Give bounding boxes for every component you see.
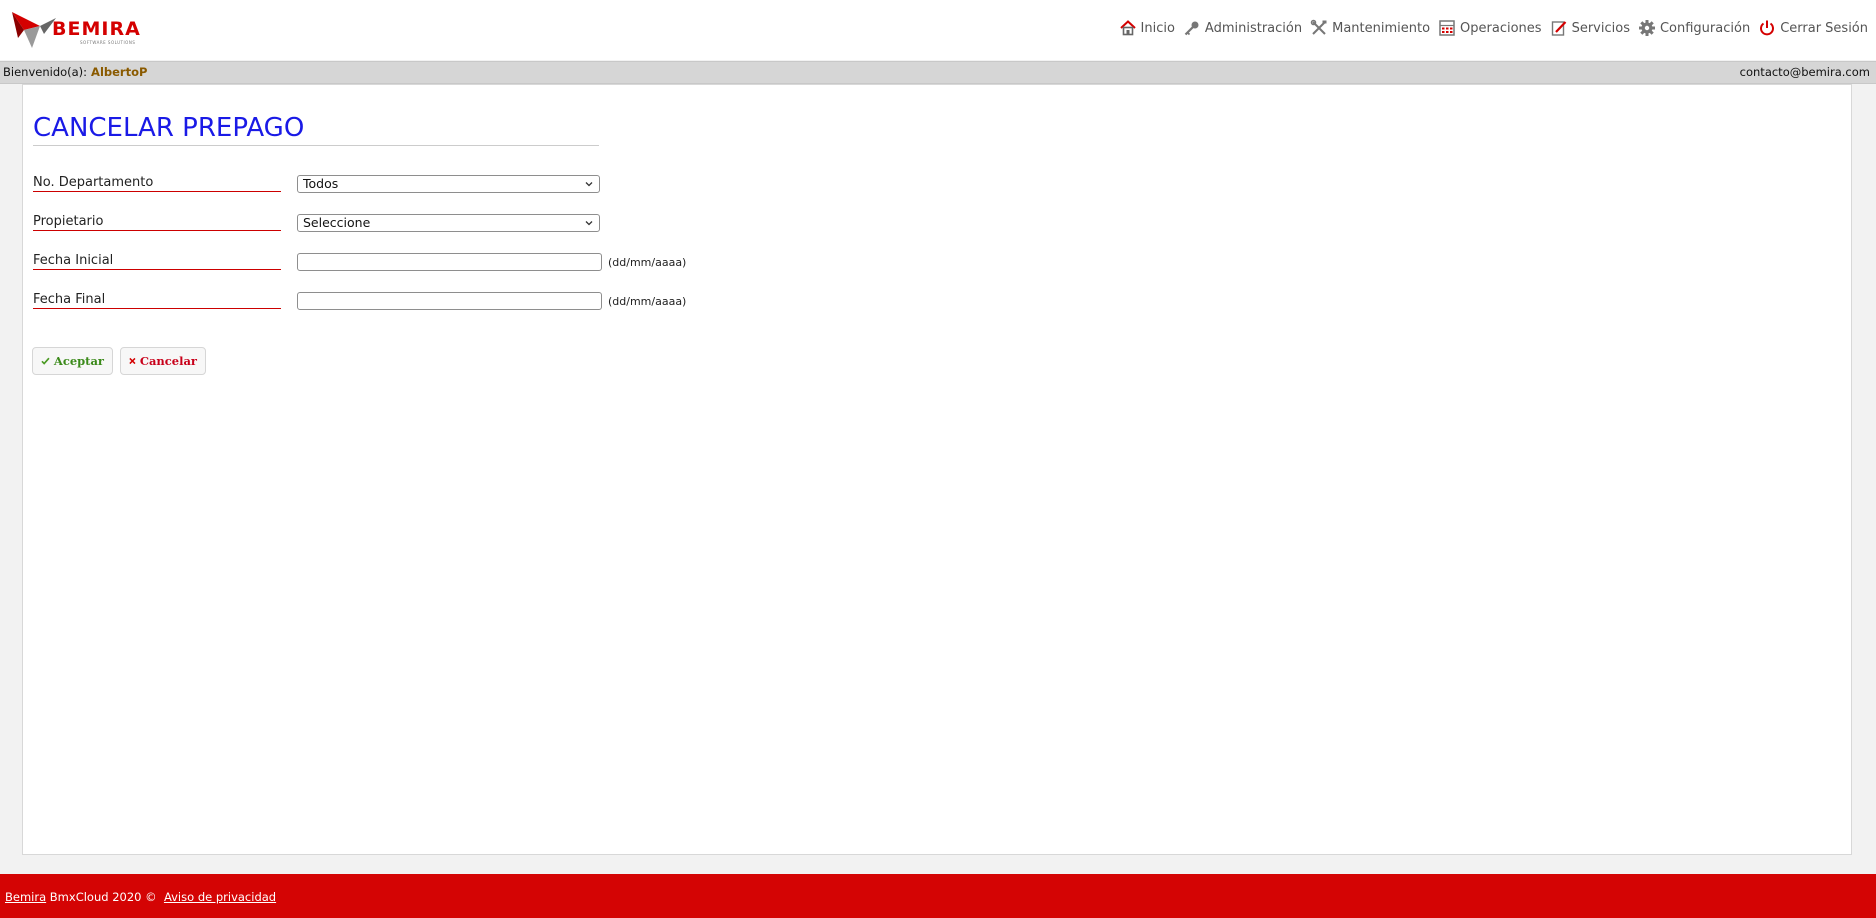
welcome-username: AlbertoP (91, 65, 148, 79)
nav-item-administracion[interactable]: Administración (1183, 19, 1302, 37)
nav-label-mantenimiento: Mantenimiento (1332, 20, 1431, 36)
accept-button-label: Aceptar (53, 354, 104, 368)
privacy-notice-link[interactable]: Aviso de privacidad (164, 890, 276, 904)
cancel-button[interactable]: Cancelar (120, 347, 206, 375)
welcome-prefix: Bienvenido(a): (3, 65, 88, 79)
propietario-label: Propietario (33, 214, 281, 231)
contact-email: contacto@bemira.com (1739, 65, 1870, 79)
tools-icon (1310, 19, 1327, 35)
logo-text: BEMIRA (52, 18, 141, 40)
calculator-icon (1439, 20, 1455, 36)
footer-text: Bemira BmxCloud 2020 © Aviso de privacid… (5, 890, 276, 904)
departamento-select[interactable]: Todos (297, 175, 600, 193)
nav-label-cerrar-sesion: Cerrar Sesión (1780, 20, 1868, 36)
power-icon (1760, 20, 1775, 36)
cancel-button-label: Cancelar (139, 354, 197, 368)
chevron-down-icon (585, 182, 593, 187)
footer: Bemira BmxCloud 2020 © Aviso de privacid… (0, 874, 1876, 918)
fecha-inicial-label: Fecha Inicial (33, 253, 281, 270)
nav-label-operaciones: Operaciones (1460, 20, 1542, 36)
propietario-select[interactable]: Seleccione (297, 214, 600, 232)
chevron-down-icon (585, 221, 593, 226)
welcome-bar: Bienvenido(a): AlbertoP contacto@bemira.c… (0, 61, 1876, 84)
edit-icon (1551, 21, 1566, 36)
nav-item-configuracion[interactable]: Configuración (1638, 19, 1750, 37)
gear-icon (1638, 20, 1655, 36)
nav-item-mantenimiento[interactable]: Mantenimiento (1310, 19, 1430, 37)
nav-item-servicios[interactable]: Servicios (1550, 19, 1630, 37)
welcome-message: Bienvenido(a): AlbertoP (3, 65, 147, 79)
home-icon (1119, 20, 1136, 36)
fecha-final-input[interactable] (297, 292, 602, 310)
nav-label-servicios: Servicios (1571, 20, 1630, 36)
nav-item-inicio[interactable]: Inicio (1119, 19, 1175, 37)
fecha-final-format-hint: (dd/mm/aaaa) (608, 295, 687, 308)
checkmark-icon (41, 357, 50, 365)
close-icon (129, 357, 136, 365)
footer-brand-link[interactable]: Bemira (5, 890, 46, 904)
key-icon (1184, 21, 1199, 36)
fecha-inicial-input[interactable] (297, 253, 602, 271)
logo-tagline: SOFTWARE SOLUTIONS (80, 40, 136, 45)
nav-label-configuracion: Configuración (1659, 20, 1751, 36)
page-title: CANCELAR PREPAGO (33, 113, 599, 146)
bemira-logo[interactable]: BEMIRA SOFTWARE SOLUTIONS (10, 8, 140, 50)
main-content: CANCELAR PREPAGO No. Departamento Todos … (22, 84, 1852, 855)
main-nav: Inicio Administración Mantenimiento Oper… (1119, 18, 1868, 38)
header: BEMIRA SOFTWARE SOLUTIONS Inicio Adminis… (0, 0, 1876, 60)
fecha-final-label: Fecha Final (33, 292, 281, 309)
propietario-select-value: Seleccione (303, 215, 371, 230)
fecha-inicial-format-hint: (dd/mm/aaaa) (608, 256, 687, 269)
footer-copyright: BmxCloud 2020 © (49, 890, 157, 904)
bemira-star-icon (12, 12, 56, 48)
nav-label-administracion: Administración (1204, 20, 1303, 36)
accept-button[interactable]: Aceptar (32, 347, 113, 375)
nav-item-cerrar-sesion[interactable]: Cerrar Sesión (1758, 19, 1868, 37)
departamento-label: No. Departamento (33, 175, 281, 192)
departamento-select-value: Todos (303, 176, 339, 191)
nav-label-inicio: Inicio (1140, 20, 1175, 36)
nav-item-operaciones[interactable]: Operaciones (1438, 19, 1542, 37)
